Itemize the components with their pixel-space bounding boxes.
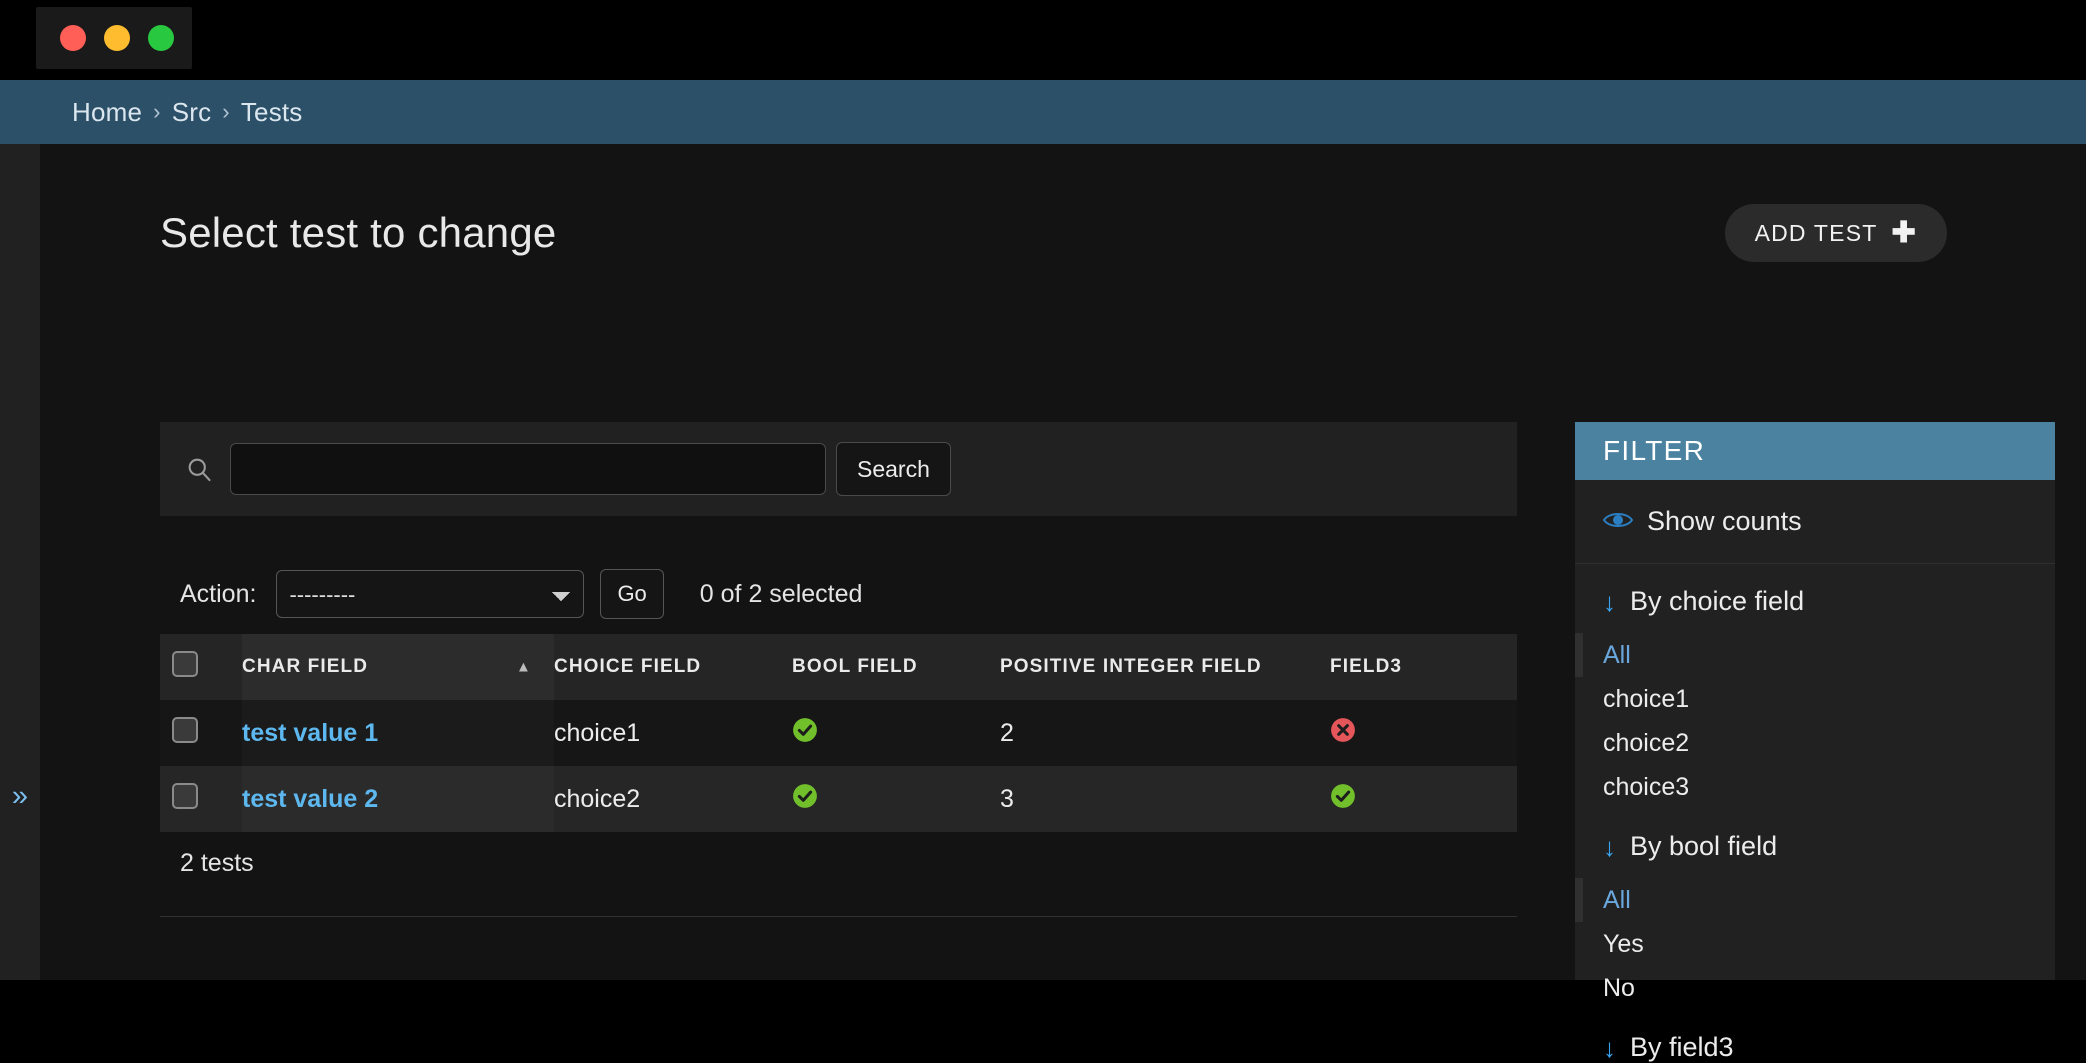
- cell-field3: [1330, 766, 1517, 832]
- main-content: Select test to change ADD TEST ✚ Search …: [40, 144, 2086, 1062]
- cell-choice-field: choice1: [554, 700, 792, 766]
- page-body: » Select test to change ADD TEST ✚ Searc…: [0, 144, 2086, 1062]
- select-all-checkbox[interactable]: [172, 651, 198, 677]
- filter-option-choice2[interactable]: choice2: [1575, 721, 2055, 765]
- result-count: 2 tests: [180, 849, 254, 877]
- cell-positive-integer-field: 2: [1000, 700, 1330, 766]
- down-arrow-icon: ↓: [1603, 1032, 1616, 1063]
- cell-bool-field: [792, 766, 1000, 832]
- column-header-bool-field[interactable]: BOOL FIELD: [792, 634, 1000, 700]
- selection-status: 0 of 2 selected: [699, 579, 863, 608]
- check-circle-icon: [792, 717, 818, 743]
- filter-group-choice-field-label: By choice field: [1630, 586, 1805, 616]
- filter-option-no[interactable]: No: [1575, 966, 2055, 1010]
- plus-icon: ✚: [1891, 216, 1917, 249]
- search-bar: Search: [160, 422, 1517, 516]
- search-icon: [184, 454, 214, 484]
- breadcrumb-item-src[interactable]: Src: [172, 97, 212, 128]
- row-checkbox[interactable]: [172, 716, 198, 743]
- select-all-header: [160, 634, 242, 700]
- close-window-button[interactable]: [60, 25, 86, 51]
- table-header-row: CHAR FIELD ▲ CHOICE FIELD BOOL FIELD POS…: [160, 634, 1517, 700]
- check-circle-icon: [792, 783, 818, 809]
- cell-choice-field: choice2: [554, 766, 792, 832]
- cell-char-field: test value 1: [242, 700, 554, 766]
- breadcrumb-separator-icon: ›: [153, 99, 161, 124]
- filter-option-all[interactable]: All: [1575, 633, 2055, 677]
- breadcrumb-separator-icon: ›: [222, 99, 230, 124]
- cell-bool-field: [792, 700, 1000, 766]
- filter-options-bool-field: All Yes No: [1575, 878, 2055, 1010]
- column-header-char-field-label: CHAR FIELD: [242, 656, 369, 677]
- table-row: test value 2 choice2 3: [160, 766, 1517, 832]
- table-body: test value 1 choice1 2 test value 2 choi…: [160, 700, 1517, 832]
- filter-group-field3-label: By field3: [1630, 1032, 1734, 1062]
- filter-group-field3: ↓ By field3: [1575, 1010, 2055, 1063]
- row-link[interactable]: test value 1: [242, 719, 378, 747]
- chevron-double-right-icon[interactable]: »: [5, 781, 35, 811]
- traffic-light-group: [36, 7, 192, 69]
- show-counts-label: Show counts: [1647, 506, 1802, 536]
- collapsed-sidebar: »: [0, 144, 40, 980]
- row-select-cell: [160, 700, 242, 766]
- search-button[interactable]: Search: [836, 442, 951, 496]
- down-arrow-icon: ↓: [1603, 831, 1616, 862]
- breadcrumb-item-tests[interactable]: Tests: [241, 97, 303, 128]
- minimize-window-button[interactable]: [104, 25, 130, 51]
- row-select-cell: [160, 766, 242, 832]
- filter-option-choice3[interactable]: choice3: [1575, 765, 2055, 809]
- maximize-window-button[interactable]: [148, 25, 174, 51]
- eye-icon: [1602, 506, 1634, 537]
- show-counts-toggle[interactable]: Show counts: [1575, 480, 2055, 564]
- search-input[interactable]: [230, 443, 826, 495]
- sort-ascending-icon: ▲: [516, 658, 532, 676]
- results-table: CHAR FIELD ▲ CHOICE FIELD BOOL FIELD POS…: [160, 634, 1517, 832]
- add-test-label: ADD TEST: [1754, 219, 1878, 246]
- add-test-button[interactable]: ADD TEST ✚: [1724, 204, 1947, 262]
- filter-title: FILTER: [1575, 422, 2055, 480]
- filter-group-choice-field: ↓ By choice field All choice1 choice2 ch…: [1575, 564, 2055, 809]
- filter-group-choice-field-header[interactable]: ↓ By choice field: [1575, 586, 2055, 617]
- go-button[interactable]: Go: [600, 569, 664, 619]
- check-circle-icon: [1330, 783, 1356, 809]
- breadcrumb-bar: Home › Src › Tests: [0, 80, 2086, 144]
- filter-sidebar: FILTER Show counts ↓ By choice field All: [1575, 422, 2055, 1062]
- breadcrumb-item-home[interactable]: Home: [72, 97, 142, 128]
- action-select[interactable]: ---------: [276, 570, 585, 618]
- column-header-field3[interactable]: FIELD3: [1330, 634, 1517, 700]
- cell-positive-integer-field: 3: [1000, 766, 1330, 832]
- table-footer-divider: [160, 916, 1517, 917]
- filter-option-choice1[interactable]: choice1: [1575, 677, 2055, 721]
- filter-group-bool-field-label: By bool field: [1630, 831, 1778, 861]
- page-header: Select test to change ADD TEST ✚: [120, 184, 2000, 274]
- filter-group-field3-header[interactable]: ↓ By field3: [1575, 1032, 2055, 1063]
- table-header: CHAR FIELD ▲ CHOICE FIELD BOOL FIELD POS…: [160, 634, 1517, 700]
- cross-circle-icon: [1330, 717, 1356, 743]
- row-link[interactable]: test value 2: [242, 785, 378, 813]
- cell-field3: [1330, 700, 1517, 766]
- table-row: test value 1 choice1 2: [160, 700, 1517, 766]
- column-header-choice-field[interactable]: CHOICE FIELD: [554, 634, 792, 700]
- filter-option-yes[interactable]: Yes: [1575, 922, 2055, 966]
- action-toolbar: Action: --------- Go 0 of 2 selected: [160, 559, 1517, 629]
- window-title-bar: [0, 0, 2086, 80]
- column-header-char-field[interactable]: CHAR FIELD ▲: [242, 634, 554, 700]
- row-checkbox[interactable]: [172, 782, 198, 809]
- filter-option-all[interactable]: All: [1575, 878, 2055, 922]
- down-arrow-icon: ↓: [1603, 586, 1616, 617]
- breadcrumb: Home › Src › Tests: [72, 97, 303, 128]
- column-header-positive-integer-field[interactable]: POSITIVE INTEGER FIELD: [1000, 634, 1330, 700]
- action-label: Action:: [180, 579, 257, 608]
- filter-group-bool-field-header[interactable]: ↓ By bool field: [1575, 831, 2055, 862]
- cell-char-field: test value 2: [242, 766, 554, 832]
- page-title: Select test to change: [160, 209, 557, 256]
- filter-options-choice-field: All choice1 choice2 choice3: [1575, 633, 2055, 809]
